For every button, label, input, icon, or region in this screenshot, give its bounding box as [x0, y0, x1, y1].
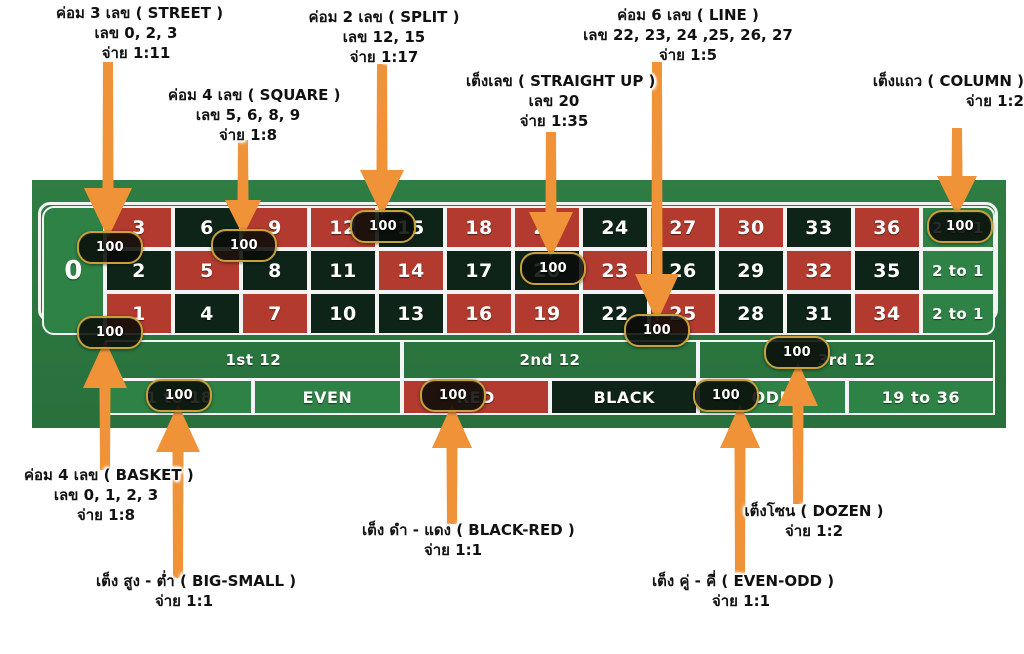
cell-number-17[interactable]: 17: [445, 249, 513, 292]
arrow-street: [80, 58, 136, 242]
chip-column-2to1[interactable]: 100: [927, 210, 993, 243]
callout-straight-up: เต็งเลข ( STRAIGHT UP ) เลข 20 จ่าย 1:35: [466, 72, 656, 130]
chip-street-0-2-3[interactable]: 100: [77, 231, 143, 264]
cell-number-4[interactable]: 4: [173, 292, 241, 335]
cell-number-18[interactable]: 18: [445, 206, 513, 249]
cell-outside-19-to-36[interactable]: 19 to 36: [846, 379, 995, 415]
arrow-dozen: [774, 358, 822, 508]
chip-red[interactable]: 100: [420, 379, 486, 412]
callout-column: เต็งแถว ( COLUMN ) จ่าย 1:2: [872, 72, 1024, 110]
callout-basket: ค่อม 4 เลข ( BASKET ) เลข 0, 1, 2, 3 จ่า…: [24, 466, 194, 524]
roulette-diagram: 0369121518212427303336258111417202326293…: [0, 0, 1024, 654]
chip-line-22-27[interactable]: 100: [624, 314, 690, 347]
arrow-straight-up: [525, 128, 577, 262]
cell-number-13[interactable]: 13: [377, 292, 445, 335]
callout-street: ค่อม 3 เลข ( STREET ) เลข 0, 2, 3 จ่าย 1…: [56, 4, 224, 62]
cell-dozen-3[interactable]: 3rd 12: [698, 340, 995, 380]
callout-black-red: เต็ง ดำ - แดง ( BLACK-RED ) จ่าย 1:1: [362, 521, 575, 559]
cell-column-bet-3[interactable]: 2 to 1: [921, 292, 995, 335]
arrow-column: [933, 124, 981, 220]
cell-number-14[interactable]: 14: [377, 249, 445, 292]
cell-outside-even[interactable]: EVEN: [253, 379, 402, 415]
cell-number-34[interactable]: 34: [853, 292, 921, 335]
callout-square: ค่อม 4 เลข ( SQUARE ) เลข 5, 6, 8, 9 จ่า…: [168, 86, 341, 144]
chip-split-12-15[interactable]: 100: [350, 210, 416, 243]
cell-number-35[interactable]: 35: [853, 249, 921, 292]
cell-number-33[interactable]: 33: [785, 206, 853, 249]
cell-number-19[interactable]: 19: [513, 292, 581, 335]
cell-outside-black[interactable]: BLACK: [550, 379, 699, 415]
cell-number-11[interactable]: 11: [309, 249, 377, 292]
chip-odd[interactable]: 100: [693, 379, 759, 412]
chip-3rd-12[interactable]: 100: [764, 336, 830, 369]
cell-number-31[interactable]: 31: [785, 292, 853, 335]
callout-split: ค่อม 2 เลข ( SPLIT ) เลข 12, 15 จ่าย 1:1…: [308, 8, 460, 66]
chip-1-to-18[interactable]: 100: [146, 379, 212, 412]
arrow-square: [221, 136, 265, 240]
cell-number-32[interactable]: 32: [785, 249, 853, 292]
callout-dozen: เต็งโซน ( DOZEN ) จ่าย 1:2: [744, 502, 884, 540]
cell-number-28[interactable]: 28: [717, 292, 785, 335]
cell-number-16[interactable]: 16: [445, 292, 513, 335]
chip-square-5-6-8-9[interactable]: 100: [211, 229, 277, 262]
arrow-black-red: [428, 400, 476, 528]
chip-straight-20[interactable]: 100: [520, 252, 586, 285]
callout-big-small: เต็ง สูง - ต่ำ ( BIG-SMALL ) จ่าย 1:1: [96, 572, 297, 610]
arrow-even-odd: [716, 400, 764, 580]
cell-dozen-1[interactable]: 1st 12: [105, 340, 402, 380]
cell-number-30[interactable]: 30: [717, 206, 785, 249]
callout-even-odd: เต็ง คู่ - คี่ ( EVEN-ODD ) จ่าย 1:1: [652, 572, 835, 610]
cell-number-10[interactable]: 10: [309, 292, 377, 335]
callout-line: ค่อม 6 เลข ( LINE ) เลข 22, 23, 24 ,25, …: [583, 6, 793, 64]
cell-number-29[interactable]: 29: [717, 249, 785, 292]
arrow-split: [356, 60, 408, 220]
cell-column-bet-2[interactable]: 2 to 1: [921, 249, 995, 292]
cell-number-7[interactable]: 7: [241, 292, 309, 335]
chip-basket-0-1-2-3[interactable]: 100: [77, 316, 143, 349]
cell-number-36[interactable]: 36: [853, 206, 921, 249]
arrow-basket: [79, 336, 131, 474]
